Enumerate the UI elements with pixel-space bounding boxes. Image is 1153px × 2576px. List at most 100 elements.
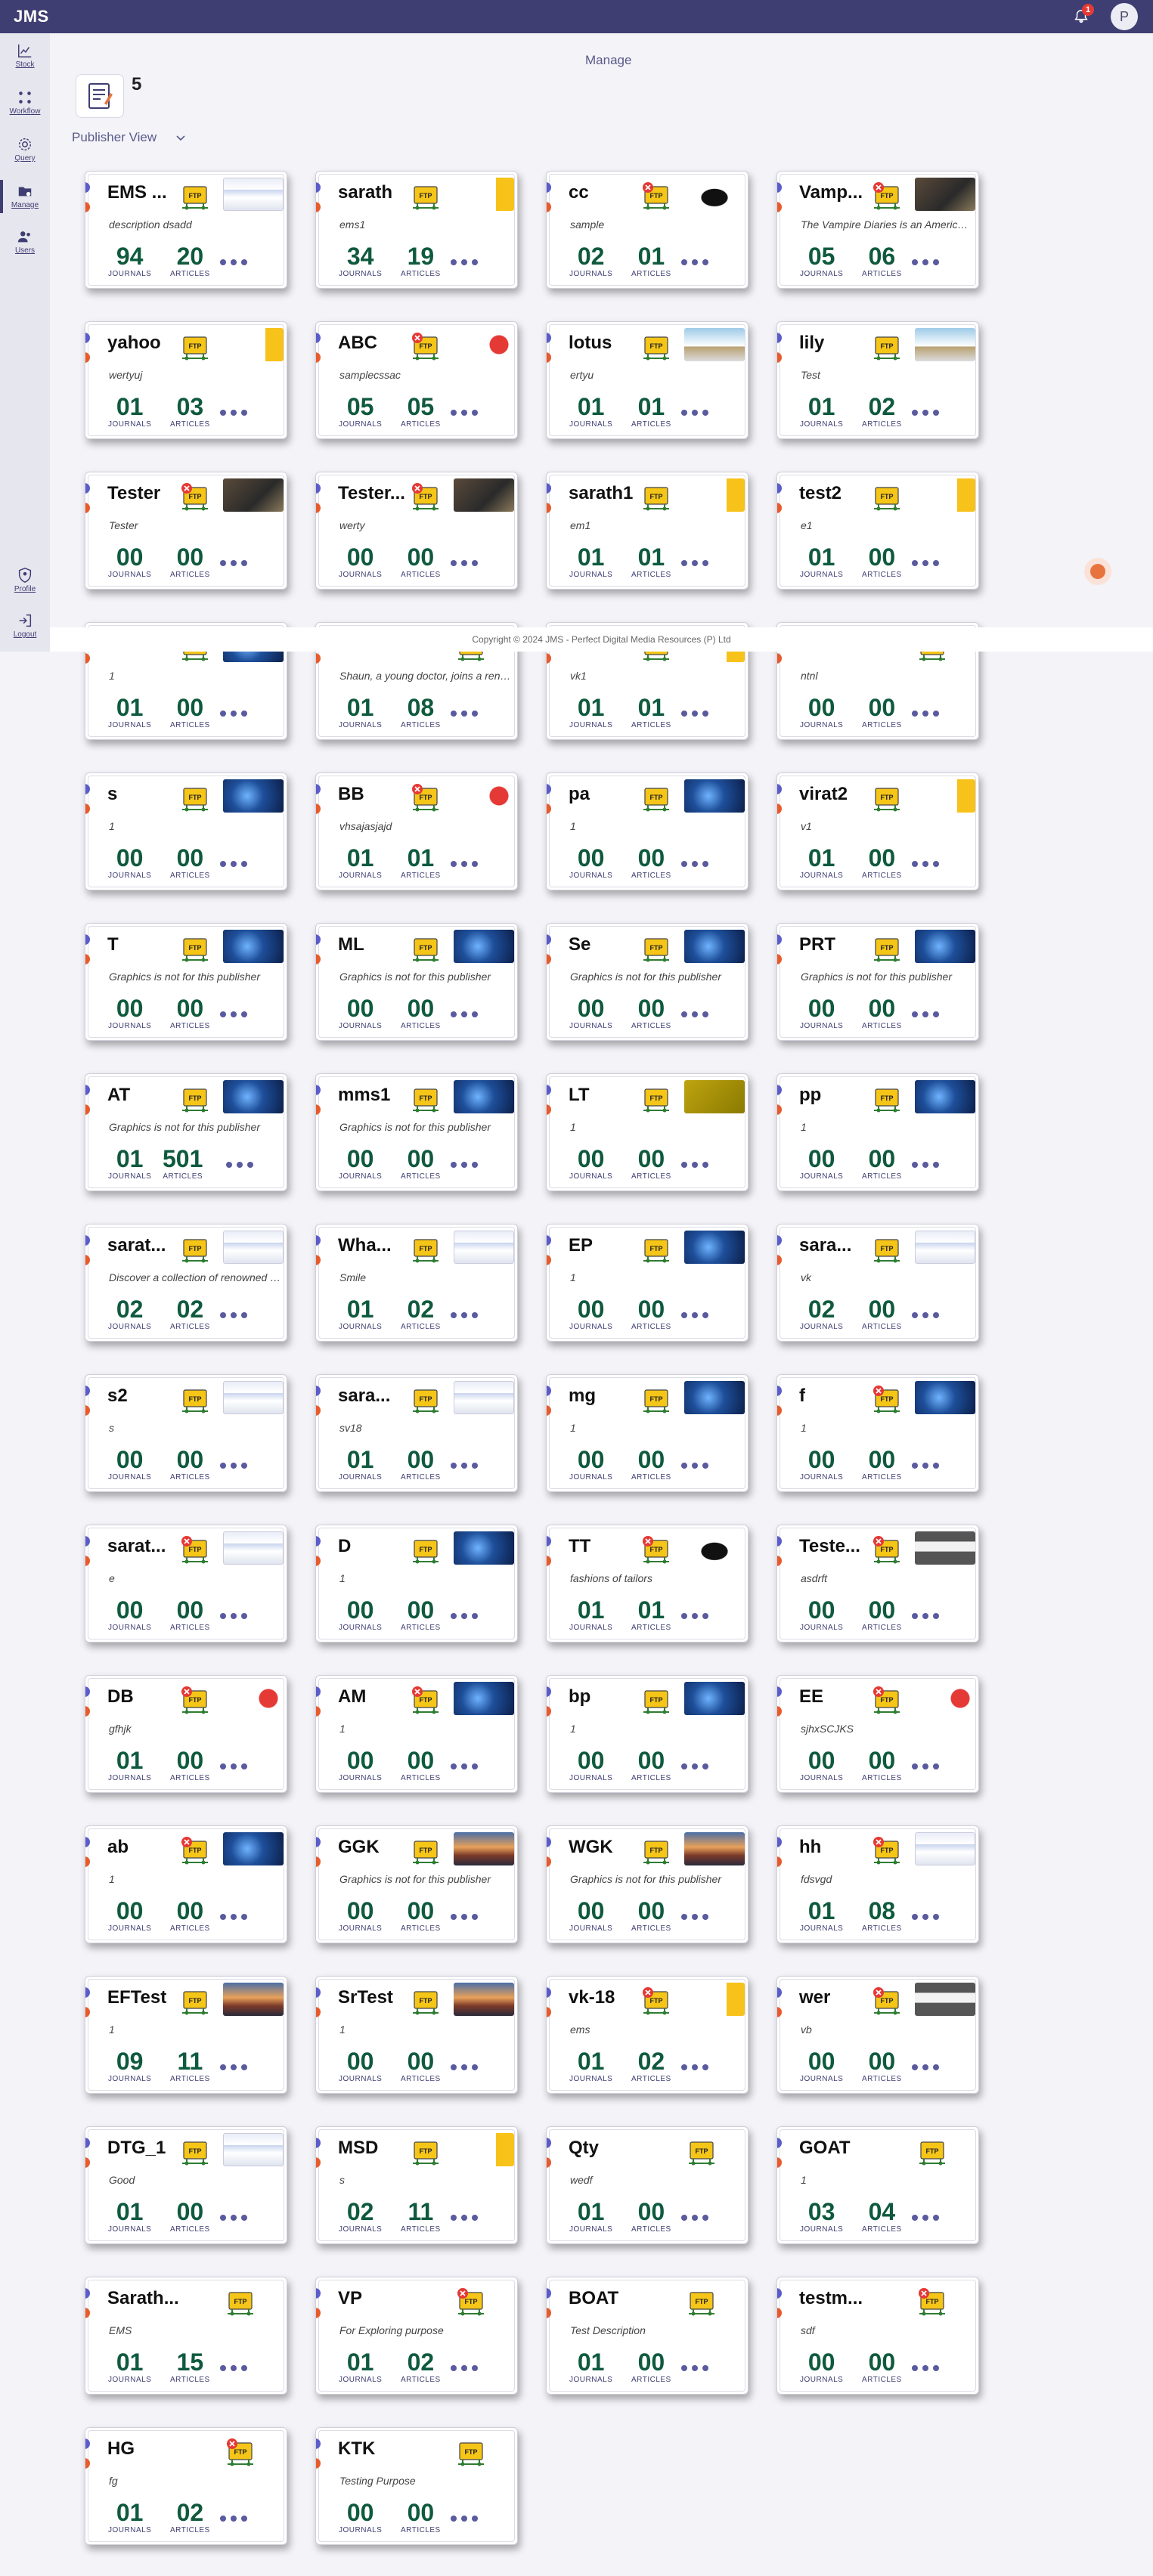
journals-stat[interactable]: 01 JOURNALS [569,2348,612,2384]
more-options-button[interactable] [912,560,942,568]
publisher-card[interactable]: sara... FTP vk 02 JOURNALS 00 ARTICLES [776,1224,979,1342]
publisher-card[interactable]: mg FTP 1 00 JOURNALS 00 ARTICLES [546,1374,749,1492]
ftp-icon[interactable]: FTP [411,1085,443,1113]
articles-stat[interactable]: 00 ARTICLES [401,543,441,579]
articles-stat[interactable]: 00 ARTICLES [170,995,210,1030]
articles-stat[interactable]: 00 ARTICLES [170,543,210,579]
more-options-button[interactable] [912,861,942,868]
ftp-error-icon[interactable]: FTP [872,182,904,211]
publisher-card[interactable]: sara... FTP sv18 01 JOURNALS 00 ARTICLES [315,1374,518,1492]
ftp-icon[interactable]: FTP [181,1386,212,1414]
more-options-button[interactable] [681,1463,711,1470]
journals-stat[interactable]: 00 JOURNALS [569,1747,612,1782]
journals-stat[interactable]: 00 JOURNALS [108,1897,151,1933]
more-options-button[interactable] [681,2215,711,2222]
articles-stat[interactable]: 00 ARTICLES [631,1296,671,1331]
journals-stat[interactable]: 00 JOURNALS [800,1145,843,1181]
journals-stat[interactable]: 00 JOURNALS [339,543,382,579]
more-options-button[interactable] [912,1011,942,1019]
publisher-card[interactable]: sarath1 FTP em1 01 JOURNALS 01 ARTICLES [546,472,749,590]
journals-stat[interactable]: 01 JOURNALS [569,2048,612,2083]
journals-stat[interactable]: 01 JOURNALS [108,2348,151,2384]
publisher-card[interactable]: Teste... FTP asdrft 00 JOURNALS 00 ARTIC… [776,1525,979,1643]
more-options-button[interactable] [912,2365,942,2373]
articles-stat[interactable]: 00 ARTICLES [862,2348,902,2384]
articles-stat[interactable]: 00 ARTICLES [401,995,441,1030]
more-options-button[interactable] [451,2215,481,2222]
publisher-card[interactable]: cc FTP sample 02 JOURNALS 01 ARTICLES [546,171,749,289]
journals-stat[interactable]: 00 JOURNALS [108,1596,151,1632]
publisher-card[interactable]: TT FTP fashions of tailors 01 JOURNALS 0… [546,1525,749,1643]
journals-stat[interactable]: 02 JOURNALS [108,1296,151,1331]
publisher-card[interactable]: sarat... FTP e 00 JOURNALS 00 ARTICLES [85,1525,287,1643]
more-options-button[interactable] [220,1312,250,1320]
ftp-icon[interactable]: FTP [642,1085,674,1113]
publisher-card[interactable]: LT FTP 1 00 JOURNALS 00 ARTICLES [546,1073,749,1191]
ftp-icon[interactable]: FTP [687,2138,719,2166]
journals-stat[interactable]: 00 JOURNALS [569,1897,612,1933]
articles-stat[interactable]: 00 ARTICLES [170,1747,210,1782]
articles-stat[interactable]: 00 ARTICLES [631,1446,671,1482]
ftp-icon[interactable]: FTP [872,784,904,813]
ftp-icon[interactable]: FTP [642,1235,674,1264]
publisher-card[interactable]: sarat... FTP Discover a collection of re… [85,1224,287,1342]
more-options-button[interactable] [451,861,481,868]
journals-stat[interactable]: 00 JOURNALS [569,1296,612,1331]
more-options-button[interactable] [220,410,250,417]
articles-stat[interactable]: 00 ARTICLES [401,1747,441,1782]
publisher-card[interactable]: EMS ... FTP description dsadd 94 JOURNAL… [85,171,287,289]
publisher-card[interactable]: lotus FTP ertyu 01 JOURNALS 01 ARTICLES [546,321,749,439]
more-options-button[interactable] [451,560,481,568]
ftp-icon[interactable]: FTP [411,1386,443,1414]
more-options-button[interactable] [681,1162,711,1169]
journals-stat[interactable]: 01 JOURNALS [569,543,612,579]
ftp-error-icon[interactable]: FTP [457,2288,488,2317]
publisher-card[interactable]: Vamp... FTP The Vampire Diaries is an Am… [776,171,979,289]
articles-stat[interactable]: 00 ARTICLES [401,1145,441,1181]
journals-stat[interactable]: 02 JOURNALS [800,1296,843,1331]
articles-stat[interactable]: 00 ARTICLES [631,1145,671,1181]
ftp-icon[interactable]: FTP [411,1235,443,1264]
publisher-card[interactable]: pa FTP 1 00 JOURNALS 00 ARTICLES [546,772,749,890]
more-options-button[interactable] [451,2064,481,2072]
articles-stat[interactable]: 00 ARTICLES [862,1296,902,1331]
more-options-button[interactable] [220,2365,250,2373]
ftp-error-icon[interactable]: FTP [642,1536,674,1565]
journals-stat[interactable]: 01 JOURNALS [339,1296,382,1331]
sidebar-item-manage[interactable]: Manage [0,180,50,213]
more-options-button[interactable] [451,2516,481,2523]
ftp-error-icon[interactable]: FTP [411,483,443,512]
ftp-icon[interactable]: FTP [872,1235,904,1264]
journals-stat[interactable]: 01 JOURNALS [108,1747,151,1782]
ftp-icon[interactable]: FTP [181,1235,212,1264]
publisher-card[interactable]: Tester... FTP werty 00 JOURNALS 00 ARTIC… [315,472,518,590]
publisher-card[interactable]: BB FTP vhsajasjajd 01 JOURNALS 01 ARTICL… [315,772,518,890]
more-options-button[interactable] [912,1463,942,1470]
articles-stat[interactable]: 00 ARTICLES [170,1897,210,1933]
articles-stat[interactable]: 00 ARTICLES [862,694,902,729]
journals-stat[interactable]: 00 JOURNALS [339,1897,382,1933]
ftp-error-icon[interactable]: FTP [872,1386,904,1414]
ftp-error-icon[interactable]: FTP [642,1987,674,2016]
more-options-button[interactable] [451,1613,481,1621]
publisher-card[interactable]: yahoo FTP wertyuj 01 JOURNALS 03 ARTICLE… [85,321,287,439]
ftp-error-icon[interactable]: FTP [918,2288,950,2317]
articles-stat[interactable]: 01 ARTICLES [631,1596,671,1632]
more-options-button[interactable] [451,410,481,417]
view-selector[interactable]: Publisher View [72,130,187,145]
articles-stat[interactable]: 02 ARTICLES [401,1296,441,1331]
app-logo[interactable]: JMS [14,7,49,26]
ftp-icon[interactable]: FTP [918,2138,950,2166]
more-options-button[interactable] [220,1914,250,1921]
articles-stat[interactable]: 00 ARTICLES [631,1747,671,1782]
publisher-card[interactable]: vk-18 FTP ems 01 JOURNALS 02 ARTICLES [546,1976,749,2094]
publisher-card[interactable]: GOAT FTP 1 03 JOURNALS 04 ARTICLES [776,2126,979,2244]
articles-stat[interactable]: 00 ARTICLES [631,1897,671,1933]
articles-stat[interactable]: 08 ARTICLES [862,1897,902,1933]
articles-stat[interactable]: 02 ARTICLES [170,1296,210,1331]
articles-stat[interactable]: 11 ARTICLES [401,2198,441,2234]
ftp-icon[interactable]: FTP [411,182,443,211]
publisher-card[interactable]: lily FTP Test 01 JOURNALS 02 ARTICLES [776,321,979,439]
more-options-button[interactable] [912,1162,942,1169]
articles-stat[interactable]: 00 ARTICLES [862,2048,902,2083]
